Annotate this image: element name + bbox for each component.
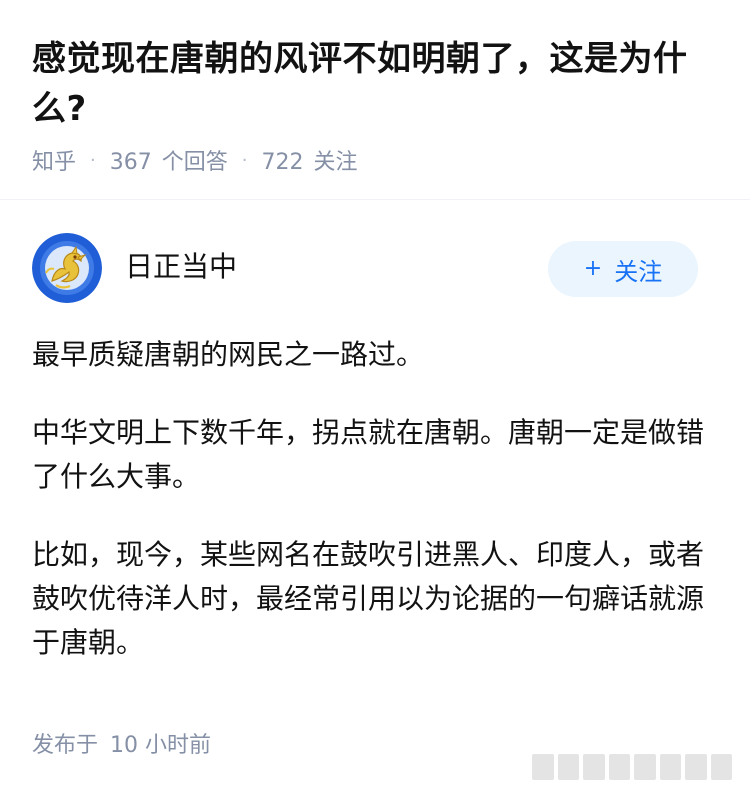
question-title[interactable]: 感觉现在唐朝的风评不如明朝了，这是为什么? [32, 34, 722, 134]
watermark-decoration [532, 754, 732, 780]
meta-separator: · [241, 149, 248, 171]
question-header: 感觉现在唐朝的风评不如明朝了，这是为什么? 知乎 · 367 个回答 · 722 关… [0, 0, 750, 200]
answer-paragraph: 最早质疑唐朝的网民之一路过。 [32, 338, 425, 371]
author-name[interactable]: 日正当中 [125, 249, 237, 285]
follow-author-button[interactable]: + 关注 [548, 241, 698, 297]
follower-count-label: 关注 [313, 150, 358, 175]
publish-label: 发布于 [32, 733, 99, 758]
answer-paragraph: 中华文明上下数千年，拐点就在唐朝。唐朝一定是做错了什么大事。 [32, 416, 705, 493]
author-row: 日正当中 + 关注 [32, 233, 718, 305]
answer-paragraph: 比如，现今，某些网名在鼓吹引进黑人、印度人，或者鼓吹优待洋人时，最经常引用以为论… [32, 538, 705, 659]
answer-card: 日正当中 + 关注 最早质疑唐朝的网民之一路过。 中华文明上下数千年，拐点就在唐… [0, 200, 750, 796]
dragon-avatar-icon [32, 233, 102, 303]
source-label[interactable]: 知乎 [32, 144, 76, 176]
publish-info: 发布于 10 小时前 [32, 730, 211, 762]
follower-count: 722 [261, 150, 304, 175]
question-meta: 知乎 · 367 个回答 · 722 关注 [32, 144, 358, 176]
plus-icon: + [583, 256, 603, 281]
follow-button-label: 关注 [614, 257, 663, 286]
answer-count: 367 [109, 150, 152, 175]
answer-content: 最早质疑唐朝的网民之一路过。 中华文明上下数千年，拐点就在唐朝。唐朝一定是做错了… [32, 333, 718, 699]
meta-separator: · [90, 149, 96, 171]
follower-count-link[interactable]: 722 关注 [262, 144, 358, 176]
publish-time: 10 小时前 [110, 733, 212, 758]
answer-count-link[interactable]: 367 个回答 [110, 144, 228, 176]
answer-count-label: 个回答 [161, 150, 228, 175]
author-avatar[interactable] [32, 233, 102, 303]
